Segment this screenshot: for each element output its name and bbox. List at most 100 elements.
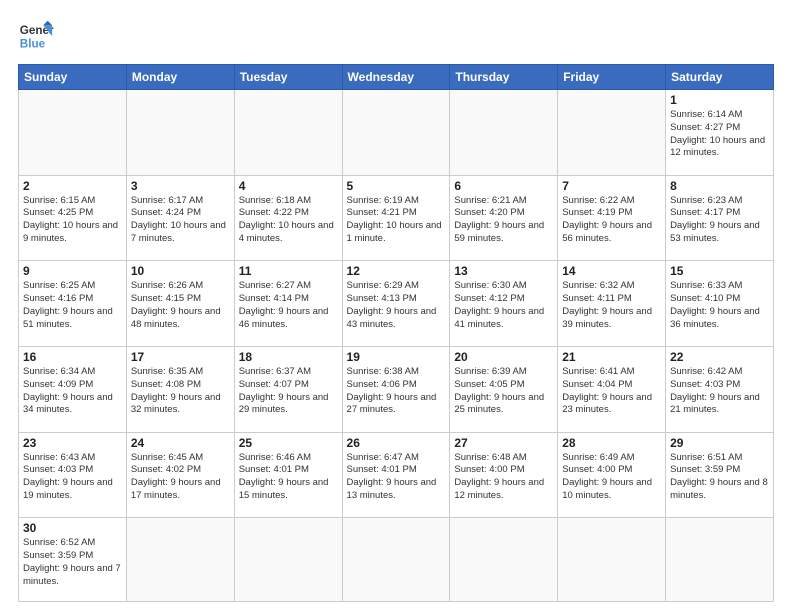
calendar-week-row: 1 Sunrise: 6:14 AM Sunset: 4:27 PM Daylig… bbox=[19, 90, 774, 176]
day-info: Sunrise: 6:14 AM Sunset: 4:27 PM Dayligh… bbox=[670, 109, 769, 160]
day-number: 2 bbox=[23, 179, 122, 193]
day-info: Sunrise: 6:30 AM Sunset: 4:12 PM Dayligh… bbox=[454, 280, 553, 331]
day-number: 5 bbox=[347, 179, 446, 193]
weekday-header-monday: Monday bbox=[126, 65, 234, 90]
day-number: 18 bbox=[239, 350, 338, 364]
day-info: Sunrise: 6:27 AM Sunset: 4:14 PM Dayligh… bbox=[239, 280, 338, 331]
calendar-day-cell: 16Sunrise: 6:34 AM Sunset: 4:09 PM Dayli… bbox=[19, 346, 127, 432]
calendar-day-cell: 21 Sunrise: 6:41 AM Sunset: 4:04 PM Dayli… bbox=[558, 346, 666, 432]
day-number: 10 bbox=[131, 264, 230, 278]
calendar-day-cell bbox=[558, 518, 666, 602]
day-info: Sunrise: 6:15 AM Sunset: 4:25 PM Dayligh… bbox=[23, 195, 122, 246]
calendar-day-cell bbox=[450, 518, 558, 602]
calendar-day-cell: 4Sunrise: 6:18 AM Sunset: 4:22 PM Daylig… bbox=[234, 175, 342, 261]
calendar-day-cell bbox=[19, 90, 127, 176]
day-info: Sunrise: 6:39 AM Sunset: 4:05 PM Dayligh… bbox=[454, 366, 553, 417]
day-info: Sunrise: 6:32 AM Sunset: 4:11 PM Dayligh… bbox=[562, 280, 661, 331]
weekday-header-thursday: Thursday bbox=[450, 65, 558, 90]
calendar-day-cell: 29 Sunrise: 6:51 AM Sunset: 3:59 PM Dayli… bbox=[666, 432, 774, 518]
calendar-day-cell bbox=[126, 90, 234, 176]
weekday-header-wednesday: Wednesday bbox=[342, 65, 450, 90]
logo: General Blue bbox=[18, 18, 54, 54]
day-info: Sunrise: 6:26 AM Sunset: 4:15 PM Dayligh… bbox=[131, 280, 230, 331]
day-info: Sunrise: 6:21 AM Sunset: 4:20 PM Dayligh… bbox=[454, 195, 553, 246]
calendar-day-cell bbox=[342, 518, 450, 602]
day-number: 7 bbox=[562, 179, 661, 193]
svg-text:Blue: Blue bbox=[20, 38, 46, 51]
day-number: 4 bbox=[239, 179, 338, 193]
day-info: Sunrise: 6:42 AM Sunset: 4:03 PM Dayligh… bbox=[670, 366, 769, 417]
day-number: 21 bbox=[562, 350, 661, 364]
day-info: Sunrise: 6:41 AM Sunset: 4:04 PM Dayligh… bbox=[562, 366, 661, 417]
day-number: 8 bbox=[670, 179, 769, 193]
calendar-day-cell: 23Sunrise: 6:43 AM Sunset: 4:03 PM Dayli… bbox=[19, 432, 127, 518]
day-number: 23 bbox=[23, 436, 122, 450]
calendar-day-cell: 7Sunrise: 6:22 AM Sunset: 4:19 PM Daylig… bbox=[558, 175, 666, 261]
calendar-day-cell: 26 Sunrise: 6:47 AM Sunset: 4:01 PM Dayli… bbox=[342, 432, 450, 518]
day-number: 16 bbox=[23, 350, 122, 364]
calendar-day-cell: 30Sunrise: 6:52 AM Sunset: 3:59 PM Dayli… bbox=[19, 518, 127, 602]
day-number: 17 bbox=[131, 350, 230, 364]
calendar-week-row: 2 Sunrise: 6:15 AM Sunset: 4:25 PM Daylig… bbox=[19, 175, 774, 261]
day-info: Sunrise: 6:38 AM Sunset: 4:06 PM Dayligh… bbox=[347, 366, 446, 417]
day-info: Sunrise: 6:46 AM Sunset: 4:01 PM Dayligh… bbox=[239, 452, 338, 503]
generalblue-logo-icon: General Blue bbox=[18, 18, 54, 54]
weekday-header-tuesday: Tuesday bbox=[234, 65, 342, 90]
weekday-header-friday: Friday bbox=[558, 65, 666, 90]
day-info: Sunrise: 6:35 AM Sunset: 4:08 PM Dayligh… bbox=[131, 366, 230, 417]
day-number: 11 bbox=[239, 264, 338, 278]
day-info: Sunrise: 6:47 AM Sunset: 4:01 PM Dayligh… bbox=[347, 452, 446, 503]
calendar-week-row: 9 Sunrise: 6:25 AM Sunset: 4:16 PM Daylig… bbox=[19, 261, 774, 347]
calendar-day-cell bbox=[234, 90, 342, 176]
day-number: 27 bbox=[454, 436, 553, 450]
calendar-week-row: 30Sunrise: 6:52 AM Sunset: 3:59 PM Dayli… bbox=[19, 518, 774, 602]
day-info: Sunrise: 6:23 AM Sunset: 4:17 PM Dayligh… bbox=[670, 195, 769, 246]
page: General Blue SundayMondayTuesdayWednesda… bbox=[0, 0, 792, 612]
day-info: Sunrise: 6:51 AM Sunset: 3:59 PM Dayligh… bbox=[670, 452, 769, 503]
day-info: Sunrise: 6:33 AM Sunset: 4:10 PM Dayligh… bbox=[670, 280, 769, 331]
day-info: Sunrise: 6:49 AM Sunset: 4:00 PM Dayligh… bbox=[562, 452, 661, 503]
day-number: 15 bbox=[670, 264, 769, 278]
day-info: Sunrise: 6:48 AM Sunset: 4:00 PM Dayligh… bbox=[454, 452, 553, 503]
day-number: 13 bbox=[454, 264, 553, 278]
calendar-day-cell: 10 Sunrise: 6:26 AM Sunset: 4:15 PM Dayli… bbox=[126, 261, 234, 347]
weekday-header-sunday: Sunday bbox=[19, 65, 127, 90]
calendar-day-cell: 20 Sunrise: 6:39 AM Sunset: 4:05 PM Dayli… bbox=[450, 346, 558, 432]
calendar-day-cell bbox=[234, 518, 342, 602]
day-info: Sunrise: 6:19 AM Sunset: 4:21 PM Dayligh… bbox=[347, 195, 446, 246]
weekday-header-row: SundayMondayTuesdayWednesdayThursdayFrid… bbox=[19, 65, 774, 90]
day-number: 25 bbox=[239, 436, 338, 450]
calendar-day-cell: 3 Sunrise: 6:17 AM Sunset: 4:24 PM Daylig… bbox=[126, 175, 234, 261]
calendar-day-cell: 28Sunrise: 6:49 AM Sunset: 4:00 PM Dayli… bbox=[558, 432, 666, 518]
calendar-day-cell: 12 Sunrise: 6:29 AM Sunset: 4:13 PM Dayli… bbox=[342, 261, 450, 347]
day-number: 12 bbox=[347, 264, 446, 278]
day-number: 6 bbox=[454, 179, 553, 193]
calendar-day-cell: 5 Sunrise: 6:19 AM Sunset: 4:21 PM Daylig… bbox=[342, 175, 450, 261]
day-number: 9 bbox=[23, 264, 122, 278]
calendar-week-row: 16Sunrise: 6:34 AM Sunset: 4:09 PM Dayli… bbox=[19, 346, 774, 432]
day-info: Sunrise: 6:29 AM Sunset: 4:13 PM Dayligh… bbox=[347, 280, 446, 331]
calendar-day-cell bbox=[126, 518, 234, 602]
calendar-week-row: 23Sunrise: 6:43 AM Sunset: 4:03 PM Dayli… bbox=[19, 432, 774, 518]
day-number: 22 bbox=[670, 350, 769, 364]
calendar-day-cell: 18 Sunrise: 6:37 AM Sunset: 4:07 PM Dayli… bbox=[234, 346, 342, 432]
calendar-day-cell: 9 Sunrise: 6:25 AM Sunset: 4:16 PM Daylig… bbox=[19, 261, 127, 347]
calendar-day-cell: 1 Sunrise: 6:14 AM Sunset: 4:27 PM Daylig… bbox=[666, 90, 774, 176]
day-info: Sunrise: 6:37 AM Sunset: 4:07 PM Dayligh… bbox=[239, 366, 338, 417]
day-number: 20 bbox=[454, 350, 553, 364]
day-number: 26 bbox=[347, 436, 446, 450]
calendar-day-cell: 22 Sunrise: 6:42 AM Sunset: 4:03 PM Dayli… bbox=[666, 346, 774, 432]
day-number: 1 bbox=[670, 93, 769, 107]
calendar-day-cell: 27 Sunrise: 6:48 AM Sunset: 4:00 PM Dayli… bbox=[450, 432, 558, 518]
day-number: 29 bbox=[670, 436, 769, 450]
day-number: 30 bbox=[23, 521, 122, 535]
day-number: 3 bbox=[131, 179, 230, 193]
day-info: Sunrise: 6:17 AM Sunset: 4:24 PM Dayligh… bbox=[131, 195, 230, 246]
calendar-day-cell: 24Sunrise: 6:45 AM Sunset: 4:02 PM Dayli… bbox=[126, 432, 234, 518]
calendar-day-cell: 19Sunrise: 6:38 AM Sunset: 4:06 PM Dayli… bbox=[342, 346, 450, 432]
weekday-header-saturday: Saturday bbox=[666, 65, 774, 90]
calendar-day-cell: 14Sunrise: 6:32 AM Sunset: 4:11 PM Dayli… bbox=[558, 261, 666, 347]
calendar-day-cell: 6 Sunrise: 6:21 AM Sunset: 4:20 PM Daylig… bbox=[450, 175, 558, 261]
day-info: Sunrise: 6:25 AM Sunset: 4:16 PM Dayligh… bbox=[23, 280, 122, 331]
calendar-day-cell: 17 Sunrise: 6:35 AM Sunset: 4:08 PM Dayli… bbox=[126, 346, 234, 432]
